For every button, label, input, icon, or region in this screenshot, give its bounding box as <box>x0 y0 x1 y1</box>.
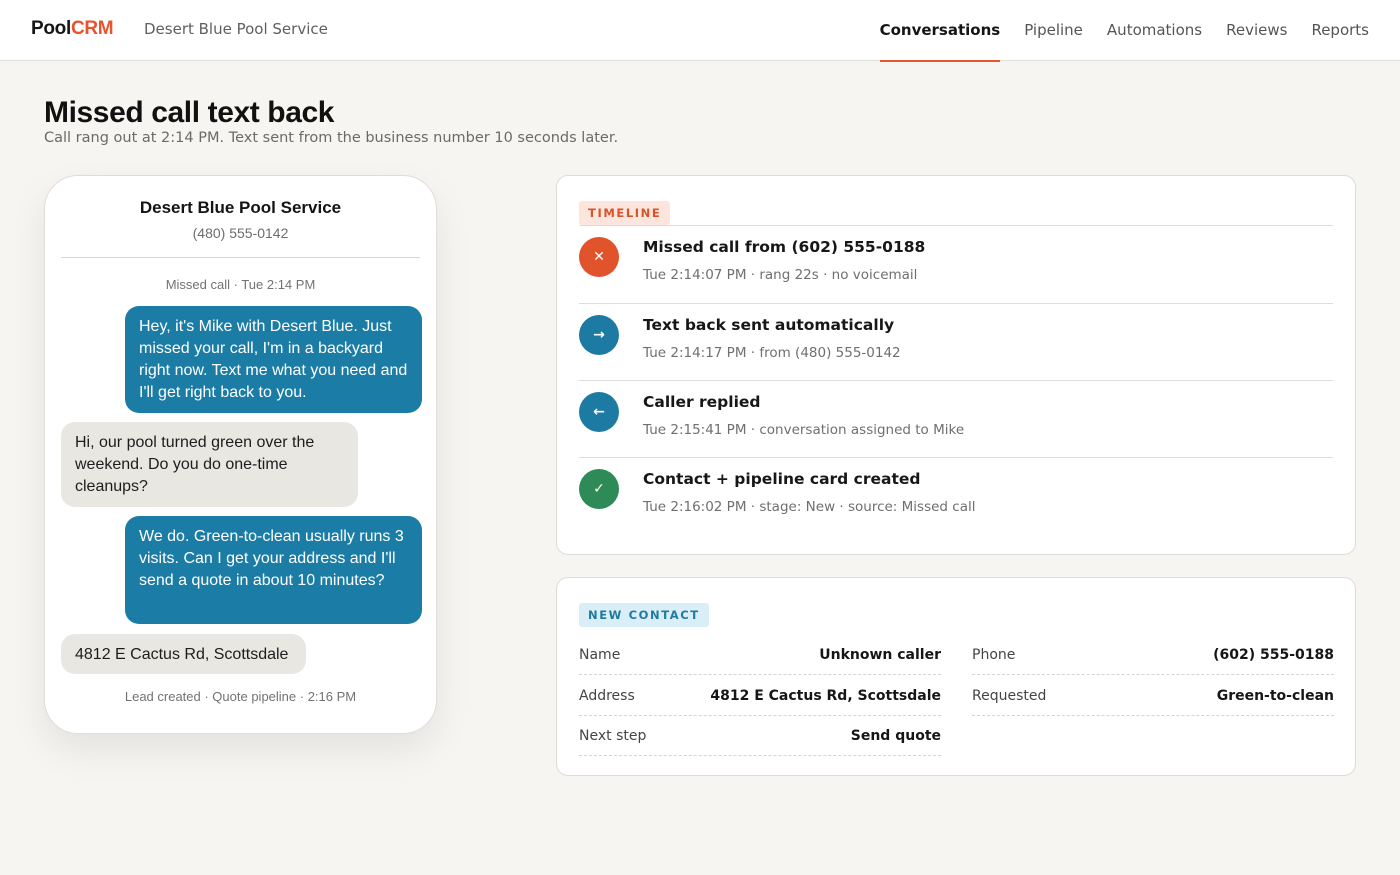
field-name-label: Name <box>579 647 621 663</box>
logo-text-crm: CRM <box>70 18 114 39</box>
logo-text-pool: Pool <box>31 18 71 39</box>
timeline-item-title: Caller replied <box>643 393 761 411</box>
timeline-card: TIMELINE ✕ Missed call from (602) 555-01… <box>556 175 1356 555</box>
field-requested[interactable]: Requested Green-to-clean <box>972 686 1334 716</box>
arrow-left-icon: ← <box>579 392 619 432</box>
phone-conversation-preview: Desert Blue Pool Service (480) 555-0142 … <box>44 175 437 734</box>
timeline-divider <box>579 225 1333 226</box>
timeline-item-title: Text back sent automatically <box>643 316 895 334</box>
tab-reports[interactable]: Reports <box>1311 0 1369 61</box>
timeline-tag: TIMELINE <box>579 201 671 225</box>
arrow-right-icon: → <box>579 315 619 355</box>
organization-name: Desert Blue Pool Service <box>144 20 328 38</box>
field-next-step-label: Next step <box>579 728 647 744</box>
field-phone[interactable]: Phone (602) 555-0188 <box>972 645 1334 675</box>
message-incoming: 4812 E Cactus Rd, Scottsdale <box>61 634 306 674</box>
app-logo[interactable]: PoolCRM <box>31 18 114 40</box>
field-phone-value: (602) 555-0188 <box>1213 647 1334 663</box>
top-bar: PoolCRM Desert Blue Pool Service Convers… <box>0 0 1400 62</box>
field-address[interactable]: Address 4812 E Cactus Rd, Scottsdale <box>579 686 941 716</box>
field-requested-value: Green-to-clean <box>1216 688 1334 704</box>
field-requested-label: Requested <box>972 688 1047 704</box>
new-contact-tag: NEW CONTACT <box>579 603 709 627</box>
timeline-divider <box>579 380 1333 381</box>
timeline-item-contact-created[interactable]: ✓ Contact + pipeline card created Tue 2:… <box>579 469 1333 545</box>
message-incoming: Hi, our pool turned green over the weeke… <box>61 422 358 507</box>
field-address-label: Address <box>579 688 635 704</box>
check-icon: ✓ <box>579 469 619 509</box>
phone-divider <box>61 257 420 258</box>
timeline-divider <box>579 303 1333 304</box>
page-subtitle: Call rang out at 2:14 PM. Text sent from… <box>44 130 619 146</box>
timeline-item-title: Contact + pipeline card created <box>643 470 921 488</box>
tab-conversations[interactable]: Conversations <box>879 0 1000 62</box>
field-name-value: Unknown caller <box>819 647 941 663</box>
main-nav: Conversations Pipeline Automations Revie… <box>879 0 1369 62</box>
timeline-item-detail: Tue 2:14:07 PM · rang 22s · no voicemail <box>643 267 918 283</box>
timeline-item-detail: Tue 2:14:17 PM · from (480) 555-0142 <box>643 345 901 361</box>
field-name[interactable]: Name Unknown caller <box>579 645 941 675</box>
phone-contact-name: Desert Blue Pool Service <box>139 198 342 217</box>
timeline-item-detail: Tue 2:15:41 PM · conversation assigned t… <box>643 422 965 438</box>
field-next-step-value: Send quote <box>850 728 941 744</box>
timeline-item-title: Missed call from (602) 555-0188 <box>643 238 926 256</box>
phone-contact-number: (480) 555-0142 <box>192 225 289 241</box>
timeline-item-missed-call[interactable]: ✕ Missed call from (602) 555-0188 Tue 2:… <box>579 237 1333 313</box>
tab-reviews[interactable]: Reviews <box>1226 0 1287 61</box>
new-contact-card: NEW CONTACT Name Unknown caller Phone (6… <box>556 577 1356 776</box>
message-outgoing: We do. Green-to-clean usually runs 3 vis… <box>125 516 422 624</box>
tab-pipeline[interactable]: Pipeline <box>1024 0 1083 61</box>
close-icon: ✕ <box>579 237 619 277</box>
message-outgoing: Hey, it's Mike with Desert Blue. Just mi… <box>125 306 422 413</box>
field-address-value: 4812 E Cactus Rd, Scottsdale <box>710 688 941 704</box>
timeline-item-detail: Tue 2:16:02 PM · stage: New · source: Mi… <box>643 499 976 515</box>
page-title: Missed call text back <box>44 96 335 129</box>
lead-created-meta: Lead created · Quote pipeline · 2:16 PM <box>124 689 357 704</box>
field-next-step[interactable]: Next step Send quote <box>579 726 941 756</box>
timeline-divider <box>579 457 1333 458</box>
field-phone-label: Phone <box>972 647 1016 663</box>
conversation-start-meta: Missed call · Tue 2:14 PM <box>165 277 316 292</box>
tab-automations[interactable]: Automations <box>1107 0 1202 61</box>
